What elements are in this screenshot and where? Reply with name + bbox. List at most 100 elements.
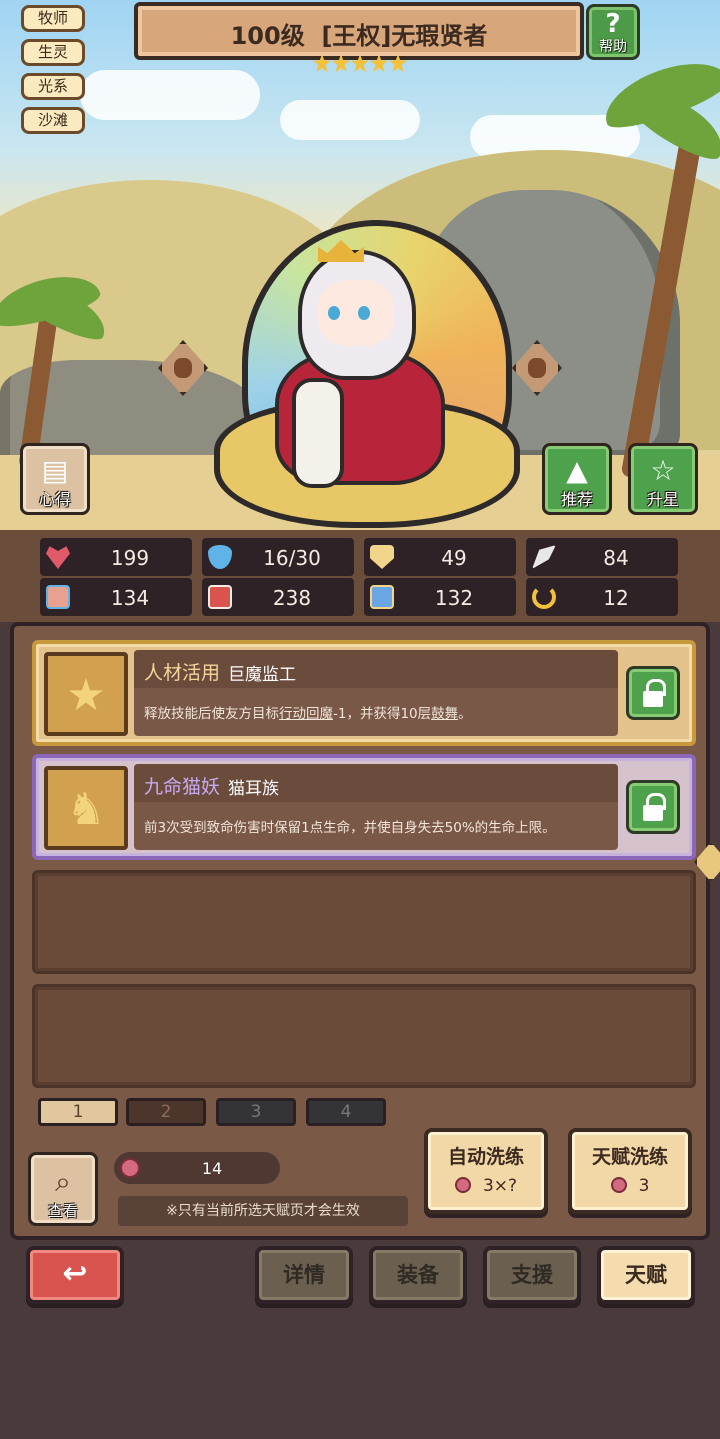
tag-race[interactable]: 生灵 xyxy=(21,39,85,66)
hero-tags: 牧师 生灵 光系 沙滩 xyxy=(21,5,85,141)
lock-button[interactable] xyxy=(626,780,680,834)
star-up-label: 升星 xyxy=(646,490,679,509)
recommend-button[interactable]: ▲ 推荐 xyxy=(542,443,612,515)
talent-header: 人材活用 巨魔监工 xyxy=(134,650,618,688)
talent-page-tabs: 1 2 3 4 xyxy=(14,1092,706,1130)
talent-description: 释放技能后使友方目标行动回魔-1，并获得10层鼓舞。 xyxy=(144,702,472,722)
star-icon xyxy=(351,54,369,72)
cost-value: 3 xyxy=(638,1176,650,1196)
empty-talent-slot xyxy=(32,984,696,1088)
recommend-label: 推荐 xyxy=(560,490,593,509)
star-up-button[interactable]: ☆ 升星 xyxy=(628,443,698,515)
stats-panel: 199 16/30 49 84 134 238 132 12 xyxy=(0,530,720,622)
book-icon xyxy=(208,585,232,609)
stat-defense: 49 xyxy=(364,538,516,576)
stat-value: 199 xyxy=(110,546,150,570)
talent-header: 九命猫妖 猫耳族 xyxy=(134,764,618,802)
star-icon xyxy=(370,54,388,72)
view-button[interactable]: ⌕ 查看 xyxy=(28,1152,98,1226)
back-button[interactable]: ↩ xyxy=(26,1246,124,1304)
talent-body: 人材活用 巨魔监工 释放技能后使友方目标行动回魔-1，并获得10层鼓舞。 xyxy=(134,650,618,736)
character-eye xyxy=(328,306,340,320)
talent-tribe: 巨魔监工 xyxy=(228,665,296,685)
tag-element[interactable]: 光系 xyxy=(21,73,85,100)
talent-refine-button[interactable]: 天赋洗练 3 xyxy=(568,1128,692,1214)
talent-refine-cost: 3 xyxy=(572,1176,688,1196)
notes-label: 心得 xyxy=(38,490,71,509)
stat-value: 84 xyxy=(603,546,629,570)
help-button[interactable]: ? 帮助 xyxy=(586,4,640,60)
desc-text: -1，并获得10层 xyxy=(333,706,432,722)
hero-title: 100级 [王权]无瑕贤者 xyxy=(138,16,580,51)
tag-class[interactable]: 牧师 xyxy=(21,5,85,32)
tab-details[interactable]: 详情 xyxy=(255,1246,353,1304)
stat-value: 16/30 xyxy=(263,546,321,570)
view-label: 查看 xyxy=(47,1202,78,1220)
talent-body: 九命猫妖 猫耳族 前3次受到致命伤害时保留1点生命，并使自身失去50%的生命上限… xyxy=(134,764,618,850)
stat-mana: 16/30 xyxy=(202,538,354,576)
talent-refine-label: 天赋洗练 xyxy=(591,1146,668,1168)
cloud xyxy=(280,100,420,140)
page-tab-2[interactable]: 2 xyxy=(126,1098,206,1126)
page-tab-3[interactable]: 3 xyxy=(216,1098,296,1126)
page-tab-1[interactable]: 1 xyxy=(38,1098,118,1126)
fist-icon xyxy=(46,585,70,609)
hero-stars xyxy=(313,54,407,74)
arrow-left-icon xyxy=(174,358,192,378)
expand-side-tab[interactable] xyxy=(694,842,720,882)
auto-refine-button[interactable]: 自动洗练 3×? xyxy=(424,1128,548,1214)
arrow-right-icon xyxy=(528,358,546,378)
talent-icon: ★ xyxy=(44,652,128,736)
tab-talent[interactable]: 天赋 xyxy=(597,1246,695,1304)
lock-icon xyxy=(643,793,666,821)
stat-value: 12 xyxy=(603,586,629,610)
talent-tribe: 猫耳族 xyxy=(228,779,279,799)
notes-button[interactable]: ▤ 心得 xyxy=(20,443,90,515)
star-icon: ★ xyxy=(66,670,106,721)
star-icon xyxy=(389,54,407,72)
shield-icon xyxy=(370,545,394,569)
return-arrow-icon: ↩ xyxy=(62,1256,88,1291)
tag-terrain[interactable]: 沙滩 xyxy=(21,107,85,134)
gem-icon xyxy=(454,1177,471,1193)
cloud xyxy=(80,70,260,120)
thumbs-up-icon: ▲ xyxy=(566,454,588,487)
wing-icon xyxy=(532,545,556,569)
hero-level: 100级 xyxy=(230,22,305,50)
refine-resource: 14 xyxy=(114,1152,280,1184)
star-icon xyxy=(332,54,350,72)
stat-value: 49 xyxy=(441,546,467,570)
page-tab-4[interactable]: 4 xyxy=(306,1098,386,1126)
magnifier-icon: ⌕ xyxy=(55,1165,71,1198)
water-drop-icon xyxy=(208,545,232,569)
desc-text: 。 xyxy=(458,706,472,722)
talent-description: 前3次受到致命伤害时保留1点生命，并使自身失去50%的生命上限。 xyxy=(144,820,556,836)
notebook-icon: ▤ xyxy=(41,454,69,487)
talent-card[interactable]: ♞ 九命猫妖 猫耳族 前3次受到致命伤害时保留1点生命，并使自身失去50%的生命… xyxy=(32,754,696,860)
talent-panel: ★ 人材活用 巨魔监工 释放技能后使友方目标行动回魔-1，并获得10层鼓舞。 ♞… xyxy=(10,622,720,1240)
stat-agility: 84 xyxy=(526,538,678,576)
hero-title-banner: 100级 [王权]无瑕贤者 xyxy=(134,2,584,60)
empty-talent-slot xyxy=(32,870,696,974)
talent-card[interactable]: ★ 人材活用 巨魔监工 释放技能后使友方目标行动回魔-1，并获得10层鼓舞。 xyxy=(32,640,696,746)
boot-icon xyxy=(370,585,394,609)
auto-refine-label: 自动洗练 xyxy=(447,1146,524,1168)
stat-magic: 238 xyxy=(202,578,354,616)
keyword-link[interactable]: 行动回魔 xyxy=(279,706,333,722)
tab-equipment[interactable]: 装备 xyxy=(369,1246,467,1304)
tab-support[interactable]: 支援 xyxy=(483,1246,581,1304)
keyword-link[interactable]: 鼓舞 xyxy=(431,706,458,722)
heart-icon xyxy=(46,546,70,569)
stat-attack: 134 xyxy=(40,578,192,616)
horseshoe-icon xyxy=(532,585,556,609)
auto-refine-cost: 3×? xyxy=(428,1176,544,1196)
cat-icon: ♞ xyxy=(66,784,106,835)
hero-scene xyxy=(0,0,720,530)
desc-text: 释放技能后使友方目标 xyxy=(144,706,279,722)
talent-name: 人材活用 xyxy=(144,662,221,684)
character-legs xyxy=(292,378,344,488)
star-up-icon: ☆ xyxy=(650,454,676,487)
talent-icon: ♞ xyxy=(44,766,128,850)
hero-name: [王权]无瑕贤者 xyxy=(321,22,488,50)
lock-button[interactable] xyxy=(626,666,680,720)
